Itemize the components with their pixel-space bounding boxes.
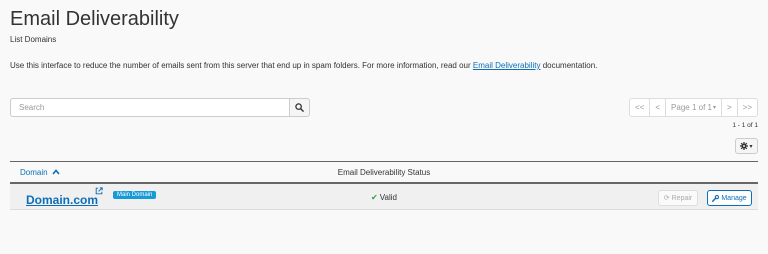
search-button[interactable] bbox=[289, 98, 310, 117]
manage-label: Manage bbox=[721, 194, 747, 202]
column-header-domain-label: Domain bbox=[20, 168, 48, 177]
pagination: << < Page 1 of 1 ▾ > >> bbox=[629, 98, 758, 117]
status-text: Valid bbox=[379, 193, 397, 202]
table-row: Domain.com Main Domain ✔ Valid ⟳ Repair Ma… bbox=[10, 184, 758, 210]
search-icon bbox=[295, 103, 304, 112]
wrench-icon bbox=[712, 194, 720, 202]
repair-label: Repair bbox=[671, 194, 693, 202]
chevron-up-icon bbox=[52, 169, 60, 175]
next-page-button[interactable]: > bbox=[720, 98, 738, 117]
domain-link[interactable]: Domain.com bbox=[26, 193, 98, 207]
column-header-domain[interactable]: Domain bbox=[20, 168, 60, 177]
gear-icon bbox=[740, 142, 749, 150]
page-title: Email Deliverability bbox=[10, 8, 179, 30]
documentation-link[interactable]: Email Deliverability bbox=[473, 61, 541, 70]
page-subtitle: List Domains bbox=[10, 35, 57, 44]
column-header-status: Email Deliverability Status bbox=[337, 168, 431, 177]
chevron-down-icon: ▾ bbox=[749, 143, 753, 150]
page-select[interactable]: Page 1 of 1 ▾ bbox=[665, 98, 722, 117]
manage-button[interactable]: Manage bbox=[707, 190, 752, 206]
first-page-button[interactable]: << bbox=[629, 98, 651, 117]
check-icon: ✔ bbox=[371, 193, 378, 202]
search-input[interactable] bbox=[10, 98, 290, 117]
chevron-down-icon: ▾ bbox=[712, 105, 716, 111]
external-link-icon[interactable] bbox=[95, 187, 103, 195]
repair-button[interactable]: ⟳ Repair bbox=[658, 190, 698, 206]
intro-text: Use this interface to reduce the number … bbox=[10, 61, 597, 70]
result-range: 1 - 1 of 1 bbox=[732, 122, 758, 129]
intro-text-after: documentation. bbox=[540, 61, 598, 70]
table-header: Domain Email Deliverability Status bbox=[10, 161, 758, 184]
search-group bbox=[10, 98, 310, 117]
page-label: Page 1 of 1 bbox=[671, 103, 712, 112]
intro-text-before: Use this interface to reduce the number … bbox=[10, 61, 473, 70]
prev-page-button[interactable]: < bbox=[649, 98, 667, 117]
refresh-icon: ⟳ bbox=[663, 195, 670, 202]
last-page-button[interactable]: >> bbox=[736, 98, 758, 117]
settings-button[interactable]: ▾ bbox=[735, 138, 758, 154]
main-domain-badge: Main Domain bbox=[113, 191, 157, 199]
